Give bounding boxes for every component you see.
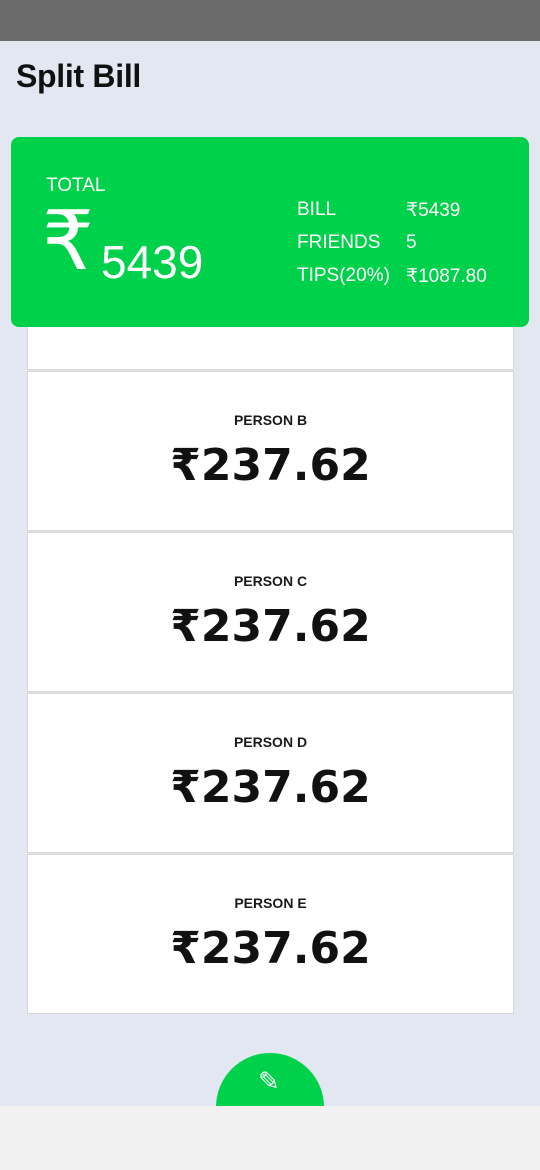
person-card: PERSON E ₹237.62 — [27, 854, 514, 1014]
person-name: PERSON E — [234, 895, 307, 911]
total-card: TOTAL ₹ 5439 BILL ₹5439 FRIENDS 5 TIPS(2… — [11, 137, 529, 327]
person-card: PERSON B ₹237.62 — [27, 371, 514, 531]
bottom-navigation-bar — [0, 1106, 540, 1170]
total-amount: 5439 — [101, 236, 204, 288]
person-amount: ₹237.62 — [170, 440, 371, 491]
person-name: PERSON C — [233, 573, 308, 589]
person-amount: ₹237.62 — [170, 601, 371, 652]
summary-label: TIPS(20%) — [297, 265, 390, 286]
summary-label: FRIENDS — [297, 232, 381, 253]
status-bar — [0, 0, 540, 41]
person-amount: ₹237.62 — [170, 923, 371, 974]
summary-value: ₹5439 — [406, 200, 461, 221]
pencil-icon: ✎ — [258, 1067, 280, 1097]
summary-value: 5 — [406, 232, 417, 253]
person-name: PERSON B — [233, 412, 308, 428]
person-amount: ₹237.62 — [170, 762, 371, 813]
rupee-icon: ₹ — [42, 194, 95, 289]
page-title: Split Bill — [16, 58, 142, 94]
person-list: PERSON B ₹237.62 PERSON C ₹237.62 PERSON… — [27, 320, 514, 1014]
person-name: PERSON D — [233, 734, 308, 750]
person-card: PERSON D ₹237.62 — [27, 693, 514, 853]
person-card: PERSON C ₹237.62 — [27, 532, 514, 692]
summary-label: BILL — [297, 199, 337, 220]
person-card-partial — [27, 320, 514, 370]
summary-value: ₹1087.80 — [406, 266, 487, 287]
